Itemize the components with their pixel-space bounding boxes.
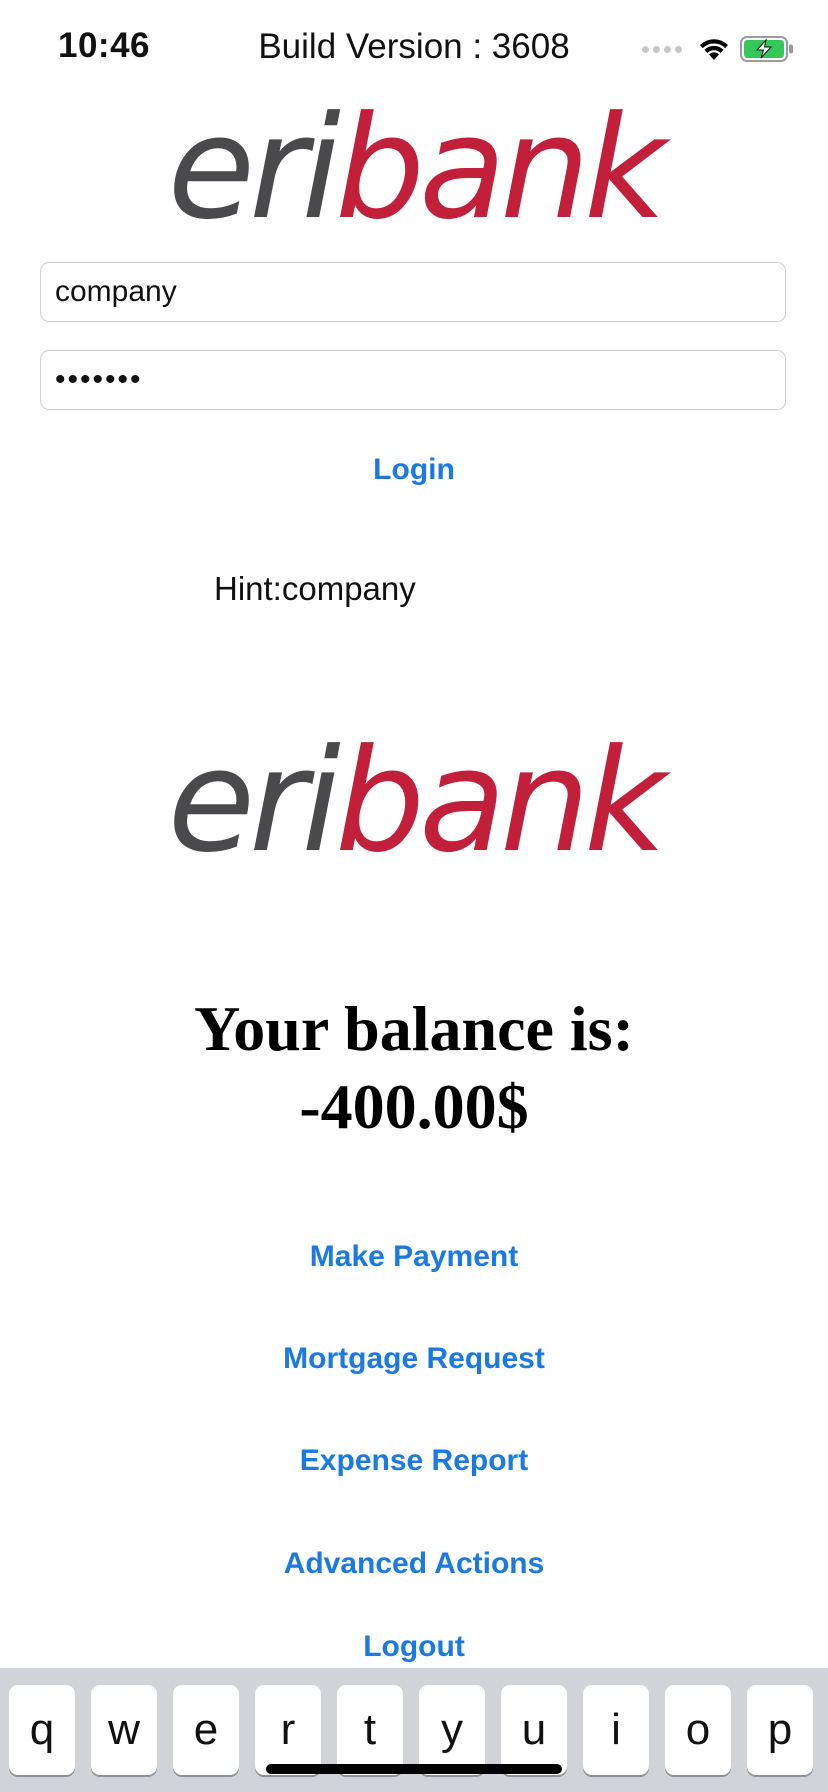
key-y[interactable]: y (419, 1685, 485, 1775)
status-icons (642, 34, 794, 64)
password-mask: ••••••• (55, 363, 143, 396)
key-q[interactable]: q (9, 1685, 75, 1775)
keyboard-row-top: q w e r t y u i o p (9, 1685, 813, 1775)
logo-text-bank: bank (334, 86, 666, 251)
key-o[interactable]: o (665, 1685, 731, 1775)
key-u[interactable]: u (501, 1685, 567, 1775)
expense-report-button[interactable]: Expense Report (0, 1444, 828, 1478)
balance-display: Your balance is: -400.00$ (0, 990, 828, 1146)
wifi-icon (700, 39, 728, 60)
battery-charging-icon (740, 36, 793, 62)
password-field[interactable]: ••••••• (40, 350, 786, 410)
logout-button[interactable]: Logout (0, 1630, 828, 1664)
logo-text-eri: eri (167, 719, 341, 884)
screen: 10:46 Build Version : 3608 eribank •••••… (0, 0, 828, 1792)
key-w[interactable]: w (91, 1685, 157, 1775)
balance-amount: -400.00$ (299, 1071, 529, 1142)
signal-icon (642, 45, 682, 53)
advanced-actions-button[interactable]: Advanced Actions (0, 1547, 828, 1581)
key-e[interactable]: e (173, 1685, 239, 1775)
eribank-logo: eribank (0, 98, 828, 240)
key-p[interactable]: p (747, 1685, 813, 1775)
key-i[interactable]: i (583, 1685, 649, 1775)
username-field[interactable] (40, 262, 786, 322)
key-r[interactable]: r (255, 1685, 321, 1775)
hint-label: Hint:company (214, 570, 416, 607)
logo-text-bank: bank (334, 719, 666, 884)
balance-label: Your balance is: (194, 993, 634, 1064)
logo-text-eri: eri (167, 86, 341, 251)
login-button[interactable]: Login (0, 453, 828, 487)
make-payment-button[interactable]: Make Payment (0, 1240, 828, 1274)
key-t[interactable]: t (337, 1685, 403, 1775)
mortgage-request-button[interactable]: Mortgage Request (0, 1342, 828, 1376)
home-indicator[interactable] (266, 1764, 562, 1774)
eribank-logo-secondary: eribank (0, 731, 828, 873)
